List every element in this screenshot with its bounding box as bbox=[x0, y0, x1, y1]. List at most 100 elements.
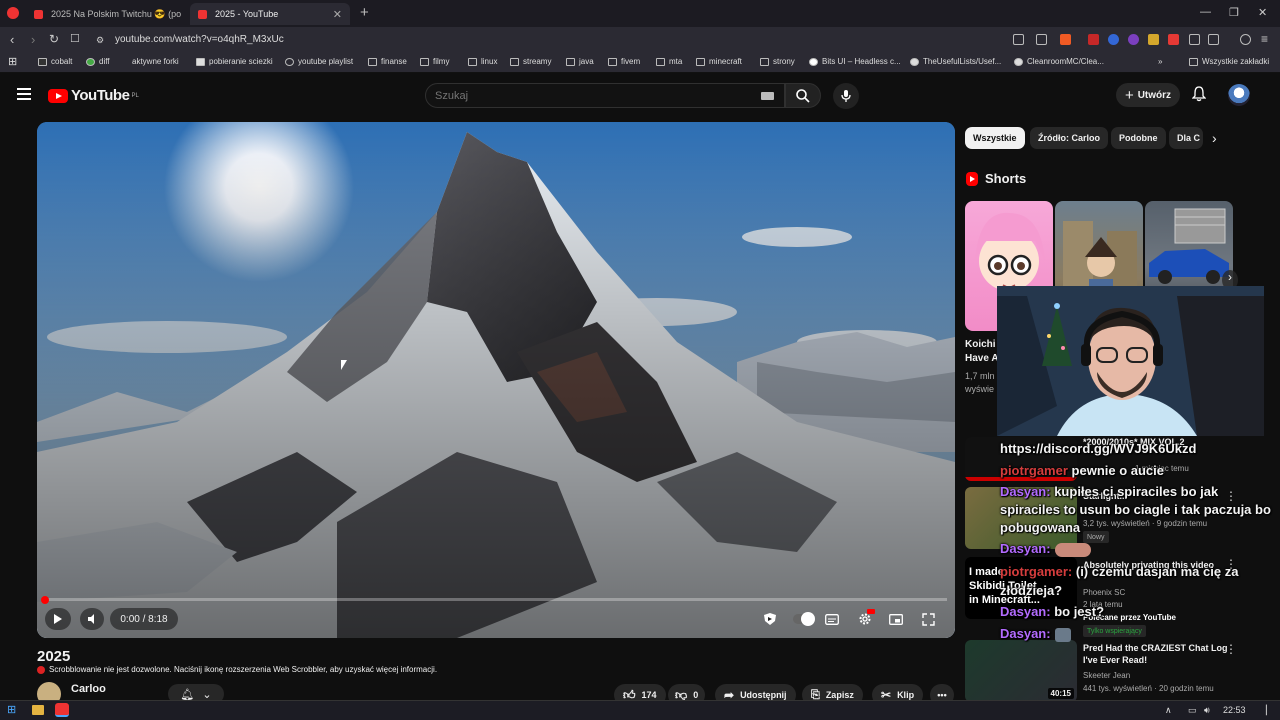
video-player[interactable]: 0:00 / 8:18 bbox=[37, 122, 955, 638]
extension-purple-icon[interactable] bbox=[1128, 34, 1139, 45]
short-title-line2[interactable]: Have A bbox=[965, 353, 999, 364]
bookmark-finanse[interactable]: finanse bbox=[368, 57, 407, 66]
chips-next-chevron-icon[interactable]: › bbox=[1212, 130, 1217, 146]
account-avatar[interactable] bbox=[1228, 84, 1250, 106]
hamburger-menu-icon[interactable] bbox=[17, 88, 31, 100]
youtube-logo[interactable]: YouTube PL bbox=[48, 87, 139, 104]
bookmark-aktywne-forki[interactable]: aktywne forki bbox=[124, 57, 179, 66]
chip-similar[interactable]: Podobne bbox=[1111, 127, 1166, 149]
extension-red-icon[interactable] bbox=[1088, 34, 1099, 45]
browser-taskbar-icon[interactable] bbox=[55, 703, 69, 717]
miniplayer-icon[interactable] bbox=[887, 608, 905, 630]
folder-icon bbox=[468, 57, 477, 66]
extension-blue-icon[interactable] bbox=[1108, 34, 1119, 45]
settings-gear-icon[interactable] bbox=[855, 608, 875, 630]
shorts-icon bbox=[966, 171, 978, 186]
menu-icon[interactable]: ≡ bbox=[1261, 32, 1268, 46]
close-tab-icon[interactable]: ✕ bbox=[333, 8, 342, 21]
browser-menu-icon[interactable] bbox=[7, 7, 19, 19]
url-field[interactable]: youtube.com/watch?v=o4qhR_M3xUc bbox=[115, 34, 284, 45]
bookmark-java[interactable]: java bbox=[566, 57, 594, 66]
restore-icon[interactable]: ❐ bbox=[1229, 6, 1239, 19]
windows-start-icon[interactable]: ⊞ bbox=[7, 703, 16, 716]
minimize-icon[interactable]: — bbox=[1200, 6, 1211, 18]
bookmark-cobalt[interactable]: cobalt bbox=[38, 57, 72, 66]
screen-icon[interactable] bbox=[1013, 34, 1024, 45]
chip-for-you[interactable]: Dla C bbox=[1169, 127, 1203, 149]
back-icon[interactable]: ‹ bbox=[10, 32, 14, 47]
bookmark-filmy[interactable]: filmy bbox=[420, 57, 449, 66]
play-button[interactable] bbox=[45, 608, 71, 630]
bookmark-bits-ui[interactable]: Bits UI – Headless c... bbox=[809, 57, 901, 66]
apps-grid-icon[interactable]: ⊞ bbox=[8, 55, 17, 68]
bookmark-icon[interactable]: ☐ bbox=[70, 32, 80, 45]
more-vert-icon[interactable]: ⋮ bbox=[1225, 489, 1237, 503]
music-icon[interactable] bbox=[1240, 34, 1251, 45]
more-vert-icon[interactable]: ⋮ bbox=[1225, 642, 1237, 656]
bookmark-linux[interactable]: linux bbox=[468, 57, 497, 66]
bookmark-pobieranie[interactable]: pobieranie sciezki bbox=[196, 57, 273, 66]
more-bookmarks-icon[interactable]: » bbox=[1158, 57, 1162, 66]
clock[interactable]: 22:53 bbox=[1223, 705, 1246, 715]
youtube-favicon-icon bbox=[198, 9, 207, 19]
chat-message: piotrgamer pewnie o aucie bbox=[1000, 463, 1164, 478]
reload-icon[interactable]: ↻ bbox=[49, 32, 59, 46]
bookmark-label: TheUsefulLists/Usef... bbox=[923, 57, 1002, 66]
bookmark-strony[interactable]: strony bbox=[760, 57, 795, 66]
volume-button[interactable] bbox=[80, 608, 104, 630]
brave-shield-icon[interactable] bbox=[1060, 34, 1071, 45]
bookmark-cleanroom[interactable]: CleanroomMC/Clea... bbox=[1014, 57, 1104, 66]
close-window-icon[interactable]: ✕ bbox=[1258, 6, 1267, 19]
short-title[interactable]: Koichi bbox=[965, 339, 996, 350]
bookmark-diff[interactable]: diff bbox=[86, 57, 110, 66]
bookmark-youtube-playlist[interactable]: youtube playlist bbox=[285, 57, 353, 66]
show-desktop-icon[interactable]: ▏ bbox=[1266, 705, 1273, 716]
channel-name[interactable]: Carloo bbox=[71, 683, 106, 695]
bookmark-streamy[interactable]: streamy bbox=[510, 57, 551, 66]
volume-tray-icon[interactable]: 🔊︎ bbox=[1204, 705, 1210, 716]
chip-source-carloo[interactable]: Źródło: Carloo bbox=[1030, 127, 1108, 149]
tray-overflow-icon[interactable]: ∧ bbox=[1165, 705, 1172, 716]
bookmark-fivem[interactable]: fivem bbox=[608, 57, 640, 66]
bookmark-label: strony bbox=[773, 57, 795, 66]
youtube-header: YouTube PL + Utwórz bbox=[0, 74, 1280, 118]
extension-pen-icon[interactable] bbox=[1168, 34, 1179, 45]
address-bar: ‹ › ↻ ☐ ⚙ youtube.com/watch?v=o4qhR_M3xU… bbox=[0, 27, 1280, 53]
sponsorblock-icon[interactable] bbox=[761, 608, 779, 630]
bookmark-usefullists[interactable]: TheUsefulLists/Usef... bbox=[910, 57, 1001, 66]
rec-thumbnail[interactable]: 40:15 bbox=[965, 640, 1077, 702]
notifications-bell-icon[interactable] bbox=[1191, 86, 1207, 105]
new-tab-button[interactable]: + bbox=[360, 4, 369, 21]
bookmark-label: diff bbox=[99, 57, 110, 66]
search-button[interactable] bbox=[785, 83, 821, 108]
voice-search-button[interactable] bbox=[833, 83, 859, 109]
fullscreen-icon[interactable] bbox=[919, 608, 937, 630]
chat-user: Dasyan: bbox=[1000, 626, 1051, 641]
folder-icon bbox=[1189, 57, 1198, 66]
share-icon[interactable] bbox=[1036, 34, 1047, 45]
network-icon[interactable]: ▭ bbox=[1188, 705, 1197, 716]
file-explorer-icon[interactable] bbox=[32, 705, 44, 715]
sidebar-toggle-icon[interactable] bbox=[1208, 34, 1219, 45]
tab-youtube[interactable]: 2025 - YouTube ✕ bbox=[190, 3, 350, 25]
create-button[interactable]: + Utwórz bbox=[1116, 83, 1180, 107]
rec-title[interactable]: Pred Had the CRAZIEST Chat Log I've Ever… bbox=[1083, 642, 1233, 666]
subtitles-icon[interactable] bbox=[823, 608, 841, 630]
rec-meta: 441 tys. wyświetleń · 20 godzin temu bbox=[1083, 684, 1214, 693]
progress-scrubber[interactable] bbox=[41, 596, 49, 604]
progress-bar[interactable] bbox=[45, 598, 947, 601]
tab-twitch[interactable]: 2025 Na Polskim Twitchu 😎 (podsu bbox=[26, 3, 186, 25]
keyboard-icon[interactable] bbox=[761, 92, 774, 100]
chip-all[interactable]: Wszystkie bbox=[965, 127, 1025, 149]
bookmark-all[interactable]: Wszystkie zakładki bbox=[1189, 57, 1269, 66]
autoplay-toggle[interactable] bbox=[791, 608, 817, 630]
extension-yellow-icon[interactable] bbox=[1148, 34, 1159, 45]
time-display: 0:00 / 8:18 bbox=[110, 608, 178, 630]
bookmark-minecraft[interactable]: minecraft bbox=[696, 57, 742, 66]
bookmark-mta[interactable]: mta bbox=[656, 57, 682, 66]
forward-icon[interactable]: › bbox=[31, 32, 35, 47]
puzzle-extensions-icon[interactable] bbox=[1189, 34, 1200, 45]
play-icon bbox=[54, 614, 62, 624]
search-input[interactable] bbox=[426, 84, 746, 108]
site-settings-icon[interactable]: ⚙ bbox=[96, 35, 104, 46]
